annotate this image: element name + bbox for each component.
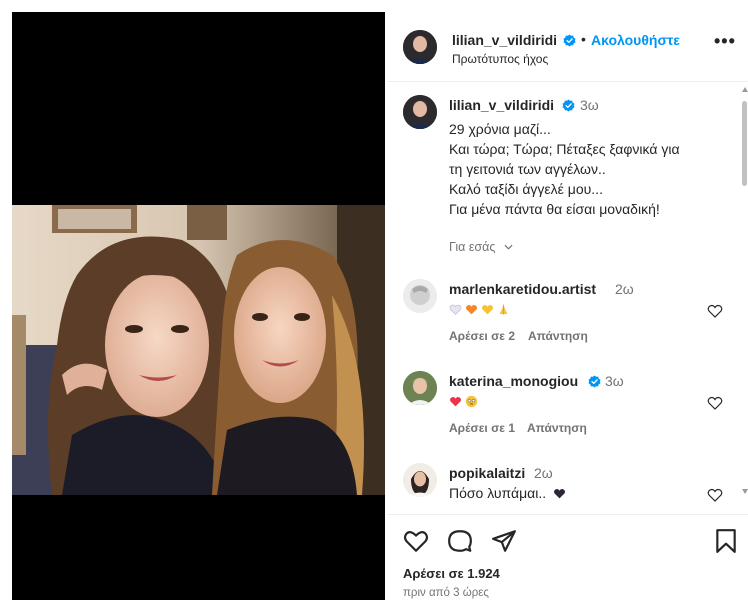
- caption-line: Καλό ταξίδι άγγελέ μου...: [449, 181, 603, 197]
- scroll-down-arrow[interactable]: [742, 489, 748, 494]
- commenter-avatar[interactable]: [403, 371, 437, 405]
- verified-badge-icon: [562, 99, 575, 112]
- like-comment-heart-icon[interactable]: [707, 395, 723, 411]
- red-heart-icon: [449, 397, 462, 407]
- caption-timestamp[interactable]: 3ω: [580, 97, 599, 113]
- caption-line: Για μένα πάντα θα είσαι μοναδική!: [449, 201, 660, 217]
- comment-text: Πόσο λυπάμαι..: [449, 485, 569, 501]
- media-pane: [12, 12, 385, 600]
- pleading-face-icon: [465, 395, 478, 408]
- like-comment-heart-icon[interactable]: [707, 487, 723, 503]
- heart-icon[interactable]: [403, 528, 429, 554]
- comment-timestamp[interactable]: 2ω: [534, 465, 553, 481]
- translation-label: Για εσάς: [449, 240, 496, 254]
- caption-line: Και τώρα; Τώρα; Πέταξες ξαφνικά για: [449, 141, 680, 157]
- commenter-username[interactable]: popikalaitzi: [449, 465, 525, 481]
- caption-text: 29 χρόνια μαζί... Και τώρα; Τώρα; Πέταξε…: [449, 119, 729, 219]
- post-likes-count[interactable]: Αρέσει σε 1.924: [403, 566, 500, 581]
- post-timestamp[interactable]: πριν από 3 ώρες: [403, 587, 489, 599]
- comment-item: popikalaitzi 2ω Πόσο λυπάμαι..: [387, 463, 748, 513]
- post-details-pane: lilian_v_vildiridi • Ακολουθήστε Πρωτότυ…: [387, 12, 748, 600]
- like-comment-heart-icon[interactable]: [707, 303, 723, 319]
- purple-heart-icon: [554, 489, 566, 499]
- post-photo[interactable]: [12, 205, 385, 495]
- comment-timestamp[interactable]: 3ω: [605, 373, 624, 389]
- author-avatar[interactable]: [403, 30, 437, 64]
- verified-badge-icon: [563, 34, 576, 47]
- reply-button[interactable]: Απάντηση: [528, 329, 588, 343]
- comments-scroll-area[interactable]: lilian_v_vildiridi 3ω 29 χρόνια μαζί... …: [387, 83, 748, 513]
- reply-button[interactable]: Απάντηση: [527, 421, 587, 435]
- commenter-username[interactable]: katerina_monogiou: [449, 373, 578, 389]
- comment-icon[interactable]: [447, 528, 473, 554]
- comment-text-body: Πόσο λυπάμαι..: [449, 485, 547, 501]
- caption-author-avatar[interactable]: [403, 95, 437, 129]
- separator-dot: •: [581, 31, 586, 47]
- commenter-username[interactable]: marlenkaretidou.artist: [449, 281, 596, 297]
- author-username[interactable]: lilian_v_vildiridi: [452, 32, 557, 48]
- comment-timestamp[interactable]: 2ω: [615, 281, 634, 297]
- comment-likes[interactable]: Αρέσει σε 1: [449, 421, 515, 435]
- scroll-thumb[interactable]: [742, 101, 747, 186]
- bookmark-icon[interactable]: [713, 528, 739, 554]
- caption-line: 29 χρόνια μαζί...: [449, 121, 551, 137]
- share-icon[interactable]: [491, 528, 517, 554]
- comment-item: katerina_monogiou 3ω Αρέσει σε 1 Απάντησ…: [387, 371, 748, 461]
- commenter-avatar[interactable]: [403, 279, 437, 313]
- orange-heart-icon: [465, 305, 478, 315]
- scroll-up-arrow[interactable]: [742, 87, 748, 92]
- comment-likes[interactable]: Αρέσει σε 2: [449, 329, 515, 343]
- caption-username[interactable]: lilian_v_vildiridi: [449, 97, 554, 113]
- white-heart-icon: [449, 304, 462, 315]
- translation-toggle[interactable]: Για εσάς: [449, 240, 513, 254]
- post-actions-bar: Αρέσει σε 1.924 πριν από 3 ώρες: [387, 514, 748, 600]
- praying-hands-icon: [499, 304, 508, 315]
- caption-line: τη γειτονιά των αγγέλων..: [449, 161, 606, 177]
- comment-text: [449, 393, 481, 409]
- original-audio-link[interactable]: Πρωτότυπος ήχος: [452, 52, 548, 66]
- comment-item: marlenkaretidou.artist 2ω Αρέσει σε 2 Απ…: [387, 279, 748, 369]
- more-options-button[interactable]: •••: [714, 31, 736, 52]
- chevron-down-icon: [504, 244, 513, 250]
- yellow-heart-icon: [481, 305, 494, 315]
- follow-button[interactable]: Ακολουθήστε: [591, 32, 680, 48]
- post-header: lilian_v_vildiridi • Ακολουθήστε Πρωτότυ…: [387, 12, 748, 82]
- verified-badge-icon: [588, 375, 601, 388]
- comments-scrollbar[interactable]: [742, 87, 748, 512]
- commenter-avatar[interactable]: [403, 463, 437, 497]
- comment-text: [449, 301, 513, 317]
